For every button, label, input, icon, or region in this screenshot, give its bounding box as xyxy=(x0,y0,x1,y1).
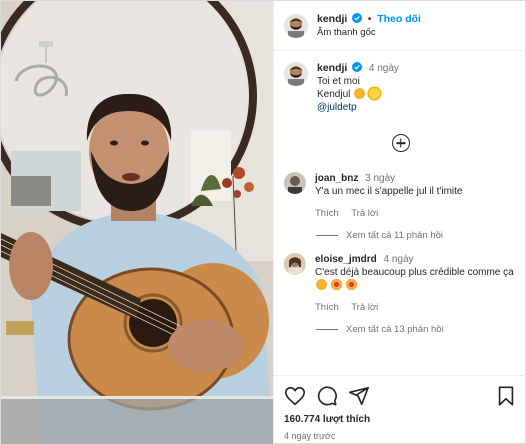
comment-time[interactable]: 3 ngày xyxy=(365,173,395,184)
caption-mention[interactable]: @juldetp xyxy=(317,101,399,114)
comment-item: joan_bnz 3 ngày Y'a un mec il s'appelle … xyxy=(284,172,517,241)
video-frame xyxy=(1,1,273,444)
add-comment-button[interactable] xyxy=(284,134,517,152)
like-comment-button[interactable]: Thích xyxy=(315,208,339,219)
comment-time[interactable]: 4 ngày xyxy=(383,254,413,265)
post-caption: kendji 4 ngày Toi et moi Kendjul @juldet… xyxy=(284,62,517,114)
sun-emoji-icon xyxy=(368,88,380,99)
view-replies-button[interactable]: Xem tất cả 13 phản hồi xyxy=(316,324,517,335)
grinning-emoji-icon xyxy=(354,88,366,99)
comment-avatar[interactable] xyxy=(284,253,306,275)
view-replies-label: Xem tất cả 13 phản hồi xyxy=(346,324,444,335)
view-replies-button[interactable]: Xem tất cả 11 phản hồi xyxy=(316,230,517,241)
comment-item: eloise_jmdrd 4 ngày C'est déjà beaucoup … xyxy=(284,253,517,335)
share-icon[interactable] xyxy=(348,385,370,407)
reply-button[interactable]: Trả lời xyxy=(351,302,378,313)
bookmark-icon[interactable] xyxy=(495,385,517,407)
instagram-post: kendji • Theo dõi Âm thanh gốc kendji 4 … xyxy=(0,0,526,444)
post-timestamp[interactable]: 4 ngày trước xyxy=(284,431,517,441)
caption-line-1: Toi et moi xyxy=(317,76,360,87)
likes-count[interactable]: 160.774 lượt thích xyxy=(284,414,517,425)
verified-icon xyxy=(352,62,363,72)
heart-eyes-emoji-icon xyxy=(330,279,342,290)
caption-line-2: Kendjul xyxy=(317,89,351,100)
post-action-bar: 160.774 lượt thích 4 ngày trước xyxy=(274,375,526,441)
comment-icon[interactable] xyxy=(316,385,338,407)
heart-eyes-emoji-icon xyxy=(345,279,357,290)
replies-divider xyxy=(316,329,338,330)
follow-button[interactable]: Theo dõi xyxy=(377,13,421,25)
comment-username[interactable]: joan_bnz xyxy=(315,173,358,184)
caption-avatar[interactable] xyxy=(284,62,308,86)
verified-icon xyxy=(352,12,363,23)
comment-avatar[interactable] xyxy=(284,172,306,194)
post-video[interactable] xyxy=(1,1,273,444)
avatar-image xyxy=(284,62,308,86)
heart-icon[interactable] xyxy=(284,385,306,407)
audio-label[interactable]: Âm thanh gốc xyxy=(317,26,421,39)
caption-username[interactable]: kendji xyxy=(317,62,347,74)
replies-divider xyxy=(316,235,338,236)
add-comment-icon xyxy=(391,134,410,152)
comment-username[interactable]: eloise_jmdrd xyxy=(315,254,377,265)
comments-section[interactable]: kendji 4 ngày Toi et moi Kendjul @juldet… xyxy=(274,52,526,374)
comment-text: C'est déjà beaucoup plus crédible comme … xyxy=(315,267,514,278)
avatar-image xyxy=(284,253,306,275)
comment-text: Y'a un mec il s'appelle jul il t'imite xyxy=(315,186,463,197)
laughing-emoji-icon xyxy=(316,279,327,290)
separator-dot: • xyxy=(367,13,372,25)
post-details-panel: kendji • Theo dõi Âm thanh gốc kendji 4 … xyxy=(273,1,526,444)
post-header: kendji • Theo dõi Âm thanh gốc xyxy=(274,1,526,51)
avatar-image xyxy=(284,172,306,194)
like-comment-button[interactable]: Thích xyxy=(315,302,339,313)
header-username[interactable]: kendji xyxy=(317,13,347,25)
avatar-image xyxy=(284,13,308,38)
avatar[interactable] xyxy=(284,13,308,38)
caption-time[interactable]: 4 ngày xyxy=(369,63,399,74)
view-replies-label: Xem tất cả 11 phản hồi xyxy=(346,230,443,241)
reply-button[interactable]: Trả lời xyxy=(351,208,378,219)
